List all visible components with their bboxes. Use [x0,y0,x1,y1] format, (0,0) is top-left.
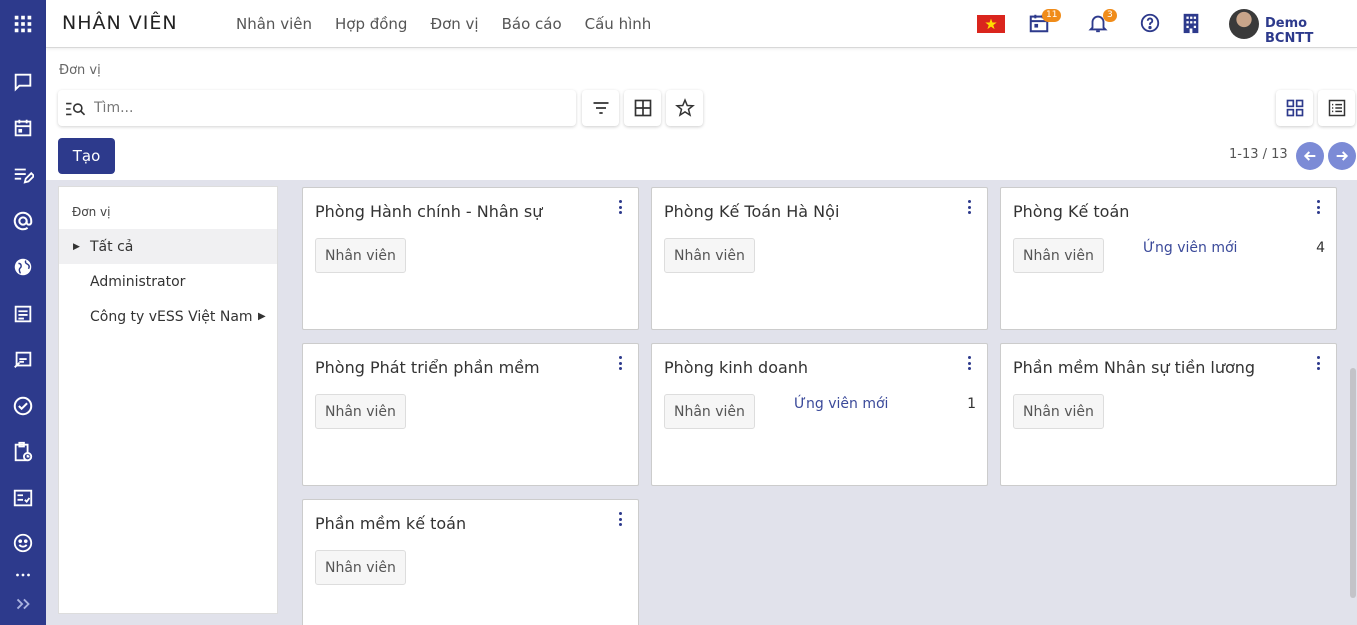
grid-table-icon [634,99,651,117]
globe-icon[interactable] [0,249,46,285]
checklist-icon[interactable] [0,480,46,516]
help-icon[interactable] [1139,12,1163,36]
panel-title: Đơn vị [72,205,111,219]
calendar-badge: 11 [1042,9,1062,22]
menu-item-reports[interactable]: Báo cáo [502,15,562,33]
unit-card[interactable]: Phòng Phát triển phần mềm Nhân viên [302,343,639,486]
panel-item-label: Administrator [90,273,186,290]
user-name[interactable]: Demo BCNTT [1265,16,1357,46]
filter-icon [593,102,608,114]
employees-button[interactable]: Nhân viên [1013,238,1104,273]
unit-filter-panel: Đơn vị ▶ Tất cả Administrator Công ty vE… [58,186,278,614]
card-title: Phòng Hành chính - Nhân sự [315,202,543,221]
star-icon [674,98,695,117]
employees-button[interactable]: Nhân viên [664,394,755,429]
chat-icon[interactable] [0,64,46,100]
breadcrumb: Đơn vị [59,63,101,78]
card-menu-icon[interactable] [613,199,627,215]
pager-counter[interactable]: 1-13 / 13 [1229,147,1288,162]
search-input[interactable] [94,98,564,118]
kanban-grid-icon [1286,99,1303,117]
employees-button[interactable]: Nhân viên [315,238,406,273]
card-title: Phòng kinh doanh [664,358,809,377]
signature-icon[interactable] [0,342,46,378]
menu-item-contracts[interactable]: Hợp đồng [335,15,407,33]
card-title: Phòng Kế Toán Hà Nội [664,202,840,221]
favorites-button[interactable] [666,90,703,126]
employees-button[interactable]: Nhân viên [315,394,406,429]
at-sign-icon[interactable] [0,203,46,239]
filter-button[interactable] [582,90,619,126]
app-title: NHÂN VIÊN [62,12,178,34]
card-menu-icon[interactable] [1311,355,1325,371]
create-button[interactable]: Tạo [58,138,115,174]
card-title: Phần mềm Nhân sự tiền lương [1013,358,1256,377]
notification-badge: 3 [1103,9,1117,22]
sidebar [0,0,46,625]
card-menu-icon[interactable] [613,355,627,371]
calendar-icon[interactable] [0,110,46,146]
pager-next-button[interactable] [1328,142,1356,170]
new-candidates-link[interactable]: Ứng viên mới [794,396,888,412]
top-bar: NHÂN VIÊN Nhân viên Hợp đồng Đơn vị Báo … [46,0,1357,48]
unit-card[interactable]: Phòng kinh doanh Nhân viên Ứng viên mới … [651,343,988,486]
kanban-view-button[interactable] [1276,90,1313,126]
panel-item-administrator[interactable]: Administrator [59,264,277,299]
caret-right-icon[interactable]: ▶ [258,311,266,322]
panel-item-label: Tất cả [90,238,134,255]
clipboard-clock-icon[interactable] [0,434,46,470]
language-flag-icon[interactable] [977,15,1005,33]
search-options-icon[interactable] [65,100,87,118]
pager-prev-button[interactable] [1296,142,1324,170]
check-circle-icon[interactable] [0,388,46,424]
card-menu-icon[interactable] [613,511,627,527]
caret-right-icon: ▶ [73,241,80,252]
card-title: Phòng Kế toán [1013,202,1130,221]
arrow-right-icon [1336,151,1349,161]
smiley-icon[interactable] [0,525,46,561]
card-title: Phần mềm kế toán [315,514,467,533]
new-candidates-count: 1 [967,396,976,412]
user-avatar[interactable] [1229,9,1259,39]
unit-card[interactable]: Phòng Hành chính - Nhân sự Nhân viên [302,187,639,330]
top-menu: Nhân viên Hợp đồng Đơn vị Báo cáo Cấu hì… [236,15,674,33]
list-icon [1328,99,1345,117]
calendar-activity-icon[interactable]: 11 [1028,9,1062,36]
new-candidates-count: 4 [1316,240,1325,256]
menu-item-units[interactable]: Đơn vị [430,15,478,33]
group-by-button[interactable] [624,90,661,126]
bell-icon[interactable]: 3 [1087,9,1117,36]
list-view-button[interactable] [1318,90,1355,126]
card-menu-icon[interactable] [962,199,976,215]
employees-button[interactable]: Nhân viên [664,238,755,273]
building-icon[interactable] [1180,12,1204,36]
document-icon[interactable] [0,296,46,332]
arrow-left-icon [1303,151,1316,161]
notes-edit-icon[interactable] [0,157,46,193]
more-dots-icon[interactable] [0,568,46,582]
panel-item-label: Công ty vESS Việt Nam [90,308,253,325]
expand-sidebar-icon[interactable] [0,586,46,622]
panel-item-company[interactable]: Công ty vESS Việt Nam ▶ [59,299,277,334]
employees-button[interactable]: Nhân viên [1013,394,1104,429]
unit-card[interactable]: Phòng Kế toán Nhân viên Ứng viên mới 4 [1000,187,1337,330]
card-menu-icon[interactable] [962,355,976,371]
card-title: Phòng Phát triển phần mềm [315,358,540,377]
unit-card[interactable]: Phần mềm kế toán Nhân viên [302,499,639,625]
unit-card[interactable]: Phần mềm Nhân sự tiền lương Nhân viên [1000,343,1337,486]
menu-item-settings[interactable]: Cấu hình [585,15,652,33]
apps-grid-icon[interactable] [0,6,46,42]
search-box [58,90,576,126]
menu-item-employees[interactable]: Nhân viên [236,15,312,33]
new-candidates-link[interactable]: Ứng viên mới [1143,240,1237,256]
card-menu-icon[interactable] [1311,199,1325,215]
employees-button[interactable]: Nhân viên [315,550,406,585]
unit-card[interactable]: Phòng Kế Toán Hà Nội Nhân viên [651,187,988,330]
panel-item-all[interactable]: ▶ Tất cả [59,229,277,264]
scrollbar-thumb[interactable] [1350,368,1356,598]
